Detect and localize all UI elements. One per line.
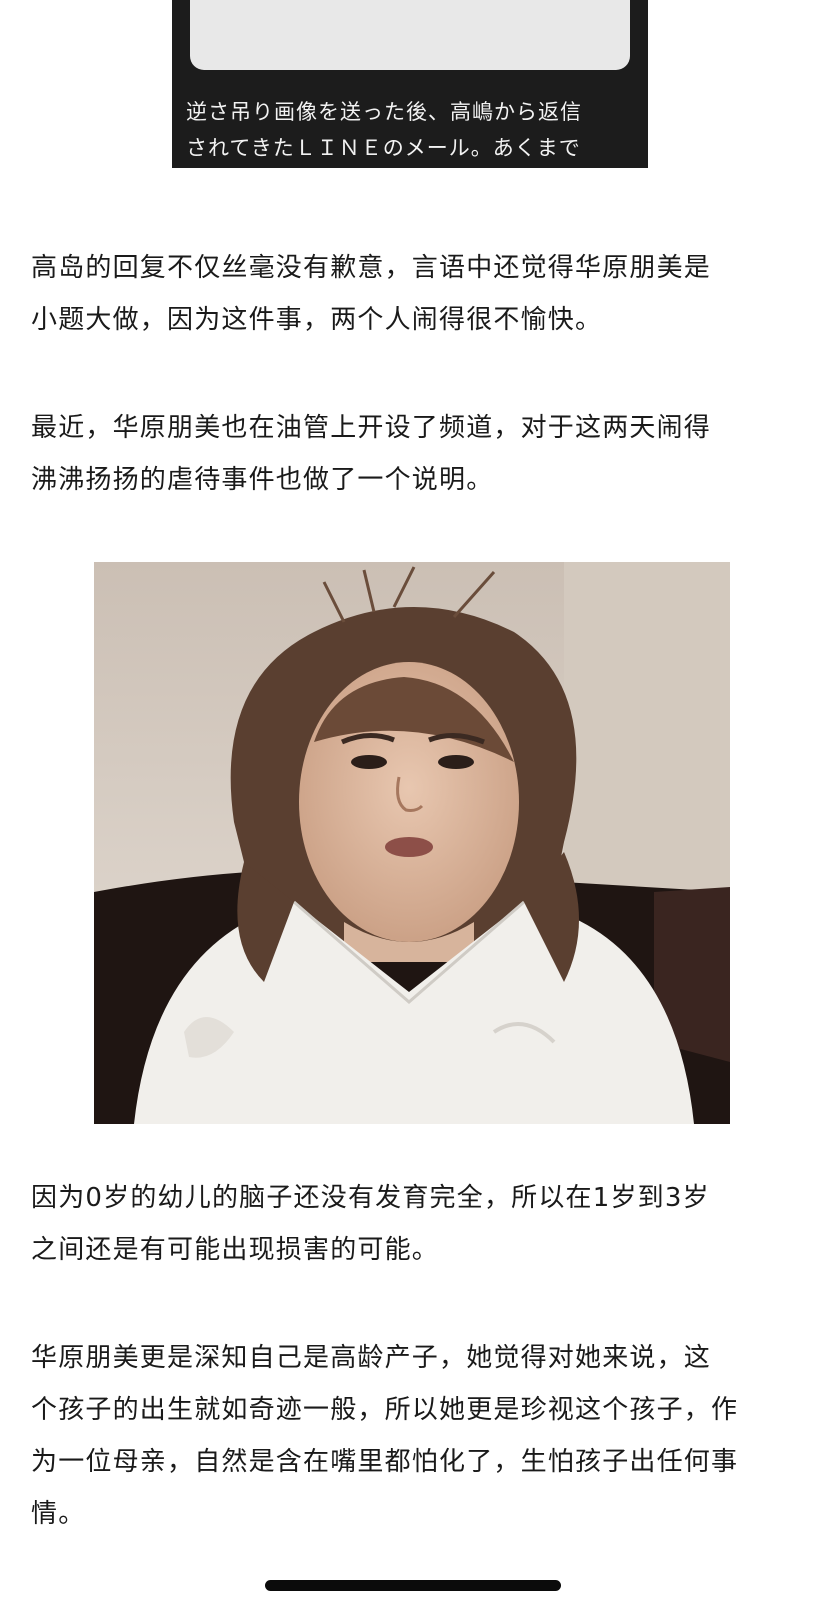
- paragraph-line: 小题大做，因为这件事，两个人闹得很不愉快。: [31, 305, 603, 335]
- paragraph-line: 因为0岁的幼儿的脑子还没有发育完全，所以在1岁到3岁: [31, 1183, 710, 1213]
- paragraph-line: 为一位母亲，自然是含在嘴里都怕化了，生怕孩子出任何事: [31, 1447, 739, 1477]
- embedded-phone-screen: [190, 0, 630, 70]
- home-indicator[interactable]: [265, 1580, 561, 1591]
- article-paragraph-1: 高岛的回复不仅丝毫没有歉意，言语中还觉得华原朋美是 小题大做，因为这件事，两个人…: [31, 242, 797, 346]
- figure-caption-line-1: 逆さ吊り画像を送った後、高嶋から返信: [186, 100, 582, 124]
- paragraph-line: 沸沸扬扬的虐待事件也做了一个说明。: [31, 465, 494, 495]
- paragraph-line: 华原朋美更是深知自己是高龄产子，她觉得对她来说，这: [31, 1343, 712, 1373]
- article-photo: [94, 562, 730, 1124]
- article-paragraph-4: 华原朋美更是深知自己是高龄产子，她觉得对她来说，这 个孩子的出生就如奇迹一般，所…: [31, 1332, 797, 1540]
- embedded-line-screenshot: 逆さ吊り画像を送った後、高嶋から返信 されてきたＬＩＮＥのメール。あくまで: [172, 0, 648, 168]
- paragraph-line: 情。: [31, 1499, 86, 1529]
- paragraph-line: 最近，华原朋美也在油管上开设了频道，对于这两天闹得: [31, 413, 712, 443]
- article-paragraph-2: 最近，华原朋美也在油管上开设了频道，对于这两天闹得 沸沸扬扬的虐待事件也做了一个…: [31, 402, 797, 506]
- paragraph-line: 个孩子的出生就如奇迹一般，所以她更是珍视这个孩子，作: [31, 1395, 739, 1425]
- paragraph-line: 之间还是有可能出现损害的可能。: [31, 1235, 440, 1265]
- paragraph-line: 高岛的回复不仅丝毫没有歉意，言语中还觉得华原朋美是: [31, 253, 712, 283]
- article-paragraph-3: 因为0岁的幼儿的脑子还没有发育完全，所以在1岁到3岁 之间还是有可能出现损害的可…: [31, 1172, 797, 1276]
- figure-caption-line-2: されてきたＬＩＮＥのメール。あくまで: [186, 136, 581, 160]
